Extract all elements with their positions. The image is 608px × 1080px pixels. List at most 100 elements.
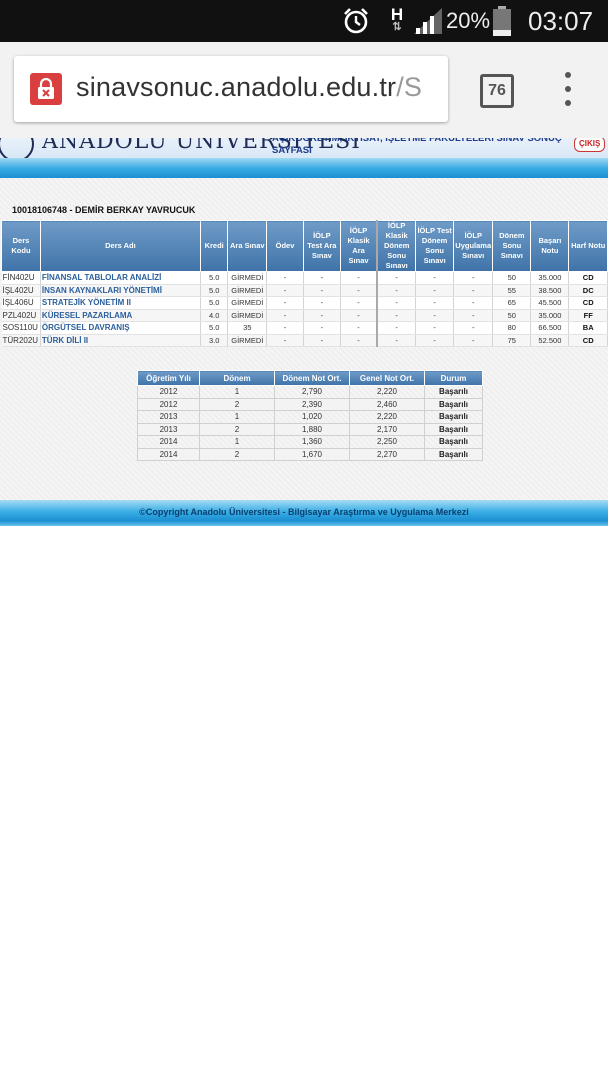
col-kredi: Kredi — [199, 220, 229, 272]
course-name-link[interactable]: KÜRESEL PAZARLAMA — [40, 309, 201, 322]
course-iolp-uygulama: - — [453, 284, 494, 297]
course-credit: 5.0 — [200, 271, 229, 285]
course-iolp-test-ara: - — [303, 334, 341, 347]
col-iolp-klasik-donem-sonu: İÖLP Klasik Dönem Sonu Sınavı — [376, 220, 417, 272]
col-iolp-test-ara: İÖLP Test Ara Sınav — [302, 220, 341, 272]
course-code: İŞL406U — [1, 296, 41, 310]
course-iolp-uygulama: - — [453, 296, 494, 310]
web-page: ANADOLU ÜNİVERSİTESİ AÇIKÖĞRETİM, İKTİSA… — [0, 138, 608, 1080]
summary-row: 2013 1 1,020 2,220 Başarılı — [137, 410, 483, 424]
course-name-link[interactable]: FİNANSAL TABLOLAR ANALİZİ — [40, 271, 201, 285]
summary-status: Başarılı — [424, 422, 483, 436]
summary-status: Başarılı — [424, 447, 483, 461]
signal-icon — [414, 0, 444, 42]
course-iolp-test-donem: - — [415, 309, 455, 322]
summary-term: 1 — [199, 385, 275, 399]
course-score: 38.500 — [530, 284, 570, 297]
course-name-link[interactable]: ÖRGÜTSEL DAVRANIŞ — [40, 321, 201, 335]
course-letter-grade: CD — [568, 334, 608, 347]
summary-term: 2 — [199, 447, 275, 461]
course-iolp-klasik-donem: - — [377, 271, 417, 285]
course-iolp-test-ara: - — [303, 271, 341, 285]
summary-row: 2012 2 2,390 2,460 Başarılı — [137, 397, 483, 411]
course-final: 65 — [492, 296, 532, 310]
col-donem-sonu: Dönem Sonu Sınavı — [492, 220, 532, 272]
summary-status: Başarılı — [424, 385, 483, 399]
course-iolp-test-ara: - — [303, 309, 341, 322]
summary-status: Başarılı — [424, 410, 483, 424]
insecure-lock-icon[interactable] — [30, 73, 62, 105]
course-midterm: GİRMEDİ — [227, 284, 268, 297]
col-ogretim-yili: Öğretim Yılı — [137, 370, 200, 386]
course-code: TÜR202U — [1, 334, 41, 347]
course-letter-grade: CD — [568, 296, 608, 310]
summary-term: 2 — [199, 397, 275, 411]
course-midterm: GİRMEDİ — [227, 296, 268, 310]
course-iolp-uygulama: - — [453, 334, 494, 347]
battery-percent: 20% — [446, 8, 491, 33]
tab-switcher-button[interactable]: 76 — [480, 74, 514, 108]
course-score: 45.500 — [530, 296, 570, 310]
summary-status: Başarılı — [424, 435, 483, 449]
summary-overall-gpa: 2,250 — [349, 435, 425, 449]
summary-overall-gpa: 2,270 — [349, 447, 425, 461]
summary-overall-gpa: 2,460 — [349, 397, 425, 411]
address-bar[interactable]: sinavsonuc.anadolu.edu.tr/S — [14, 56, 448, 122]
url-host: sinavsonuc.anadolu.edu.tr — [76, 72, 397, 102]
course-iolp-test-ara: - — [303, 284, 341, 297]
course-credit: 5.0 — [200, 284, 229, 297]
courses-table: Ders Kodu Ders Adı Kredi Ara Sınav Ödev … — [1, 220, 608, 347]
col-ara-sinav: Ara Sınav — [227, 220, 268, 272]
summary-row: 2013 2 1,880 2,170 Başarılı — [137, 422, 483, 436]
summary-row: 2014 1 1,360 2,250 Başarılı — [137, 435, 483, 449]
col-iolp-uygulama: İÖLP Uygulama Sınavı — [453, 220, 494, 272]
course-name-link[interactable]: TÜRK DİLİ II — [40, 334, 201, 347]
page-footer: ©Copyright Anadolu Üniversitesi - Bilgis… — [0, 500, 608, 526]
summary-header-row: Öğretim Yılı Dönem Dönem Not Ort. Genel … — [137, 370, 483, 386]
col-genel-not-ort: Genel Not Ort. — [349, 370, 425, 386]
url-text[interactable]: sinavsonuc.anadolu.edu.tr/S — [76, 72, 422, 103]
course-homework: - — [266, 334, 304, 347]
col-ders-kodu: Ders Kodu — [1, 220, 41, 272]
university-logo — [0, 138, 34, 158]
summary-year: 2014 — [137, 435, 200, 449]
course-iolp-test-ara: - — [303, 321, 341, 335]
course-iolp-klasik-ara: - — [340, 309, 379, 322]
course-homework: - — [266, 321, 304, 335]
col-basari-notu: Başarı Notu — [530, 220, 570, 272]
course-credit: 5.0 — [200, 296, 229, 310]
course-iolp-uygulama: - — [453, 309, 494, 322]
course-iolp-test-donem: - — [415, 296, 455, 310]
course-iolp-klasik-ara: - — [340, 296, 379, 310]
course-name-link[interactable]: STRATEJİK YÖNETİM II — [40, 296, 201, 310]
col-iolp-klasik-ara: İÖLP Klasik Ara Sınav — [339, 220, 379, 272]
course-score: 66.500 — [530, 321, 570, 335]
clock: 03:07 — [528, 5, 594, 36]
summary-term-gpa: 1,670 — [274, 447, 350, 461]
course-code: SOS110U — [1, 321, 41, 335]
summary-row: 2014 2 1,670 2,270 Başarılı — [137, 447, 483, 461]
summary-term-gpa: 1,360 — [274, 435, 350, 449]
battery-icon — [490, 0, 514, 42]
course-iolp-test-donem: - — [415, 284, 455, 297]
page-subtitle: AÇIKÖĞRETİM, İKTİSAT, İŞLETME FAKÜLTELER… — [272, 138, 562, 156]
course-final: 75 — [492, 334, 532, 347]
course-row: PZL402U KÜRESEL PAZARLAMA 4.0 GİRMEDİ - … — [1, 309, 608, 322]
summary-year: 2013 — [137, 422, 200, 436]
course-name-link[interactable]: İNSAN KAYNAKLARI YÖNETİMİ — [40, 284, 201, 297]
site-banner: ANADOLU ÜNİVERSİTESİ AÇIKÖĞRETİM, İKTİSA… — [0, 138, 608, 158]
course-score: 35.000 — [530, 271, 570, 285]
summary-year: 2012 — [137, 397, 200, 411]
course-credit: 5.0 — [200, 321, 229, 335]
overflow-menu-icon[interactable] — [558, 72, 578, 106]
course-iolp-klasik-ara: - — [340, 284, 379, 297]
course-letter-grade: FF — [568, 309, 608, 322]
course-midterm: GİRMEDİ — [227, 309, 268, 322]
summary-term-gpa: 1,880 — [274, 422, 350, 436]
course-iolp-test-ara: - — [303, 296, 341, 310]
course-credit: 4.0 — [200, 309, 229, 322]
summary-year: 2013 — [137, 410, 200, 424]
summary-year: 2014 — [137, 447, 200, 461]
course-code: FİN402U — [1, 271, 41, 285]
exit-button[interactable]: ÇIKIŞ — [574, 138, 606, 152]
